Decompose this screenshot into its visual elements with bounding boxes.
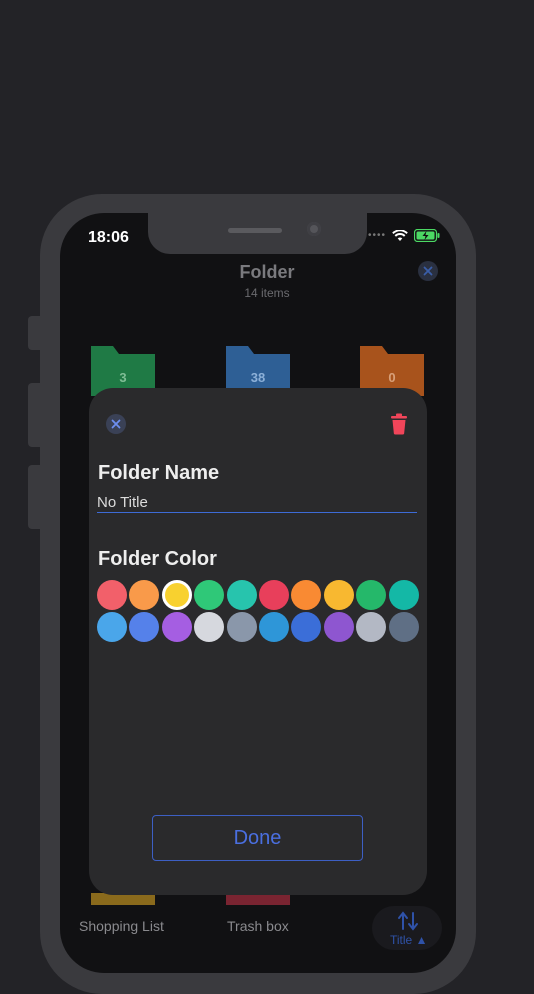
color-swatch[interactable] bbox=[388, 580, 419, 610]
sort-label: Title ▲ bbox=[390, 933, 427, 947]
color-swatch[interactable] bbox=[291, 580, 322, 610]
color-swatch[interactable] bbox=[194, 612, 225, 642]
color-swatch[interactable] bbox=[226, 580, 257, 610]
close-icon bbox=[111, 419, 121, 429]
color-swatch[interactable] bbox=[97, 612, 127, 642]
close-icon bbox=[423, 266, 433, 276]
folder-count: 3 bbox=[119, 370, 127, 385]
color-swatch[interactable] bbox=[97, 580, 127, 610]
color-swatch[interactable] bbox=[291, 612, 322, 642]
folder-label-shopping-list[interactable]: Shopping List bbox=[79, 918, 164, 934]
color-swatch[interactable] bbox=[129, 612, 160, 642]
header-close-button[interactable] bbox=[418, 261, 438, 281]
camera bbox=[307, 222, 321, 236]
sort-arrows-icon bbox=[398, 911, 418, 931]
color-swatch[interactable] bbox=[161, 612, 192, 642]
signal-dots: •••• bbox=[368, 230, 387, 241]
color-palette bbox=[97, 580, 419, 642]
arrow-up-icon: ▲ bbox=[415, 933, 428, 947]
color-swatch[interactable] bbox=[129, 580, 160, 610]
folder-name-heading: Folder Name bbox=[98, 462, 220, 484]
color-swatch[interactable] bbox=[258, 580, 289, 610]
folder-count: 0 bbox=[388, 370, 396, 385]
color-swatch[interactable] bbox=[323, 612, 354, 642]
notch bbox=[148, 213, 367, 254]
folder-count: 38 bbox=[250, 370, 266, 385]
speaker bbox=[228, 228, 282, 233]
status-icons: •••• bbox=[368, 229, 440, 242]
status-time: 18:06 bbox=[88, 229, 129, 246]
color-swatch[interactable] bbox=[258, 612, 289, 642]
folder-name-input[interactable]: No Title bbox=[97, 494, 417, 513]
color-swatch[interactable] bbox=[194, 580, 225, 610]
color-swatch[interactable] bbox=[323, 580, 354, 610]
folder-color-heading: Folder Color bbox=[98, 548, 217, 570]
trash-icon[interactable] bbox=[389, 413, 409, 435]
done-button[interactable]: Done bbox=[152, 815, 363, 861]
sheet-close-button[interactable] bbox=[106, 414, 126, 434]
folder-label-trash-box[interactable]: Trash box bbox=[227, 918, 289, 934]
wifi-icon bbox=[392, 229, 408, 241]
color-swatch[interactable] bbox=[226, 612, 257, 642]
sort-label-text: Title bbox=[390, 933, 413, 947]
item-count: 14 items bbox=[244, 286, 290, 300]
color-swatch[interactable] bbox=[161, 580, 192, 610]
color-swatch[interactable] bbox=[356, 612, 387, 642]
color-swatch[interactable] bbox=[356, 580, 387, 610]
color-swatch[interactable] bbox=[388, 612, 419, 642]
page-title: Folder bbox=[239, 262, 295, 282]
battery-charging-icon bbox=[414, 229, 440, 242]
